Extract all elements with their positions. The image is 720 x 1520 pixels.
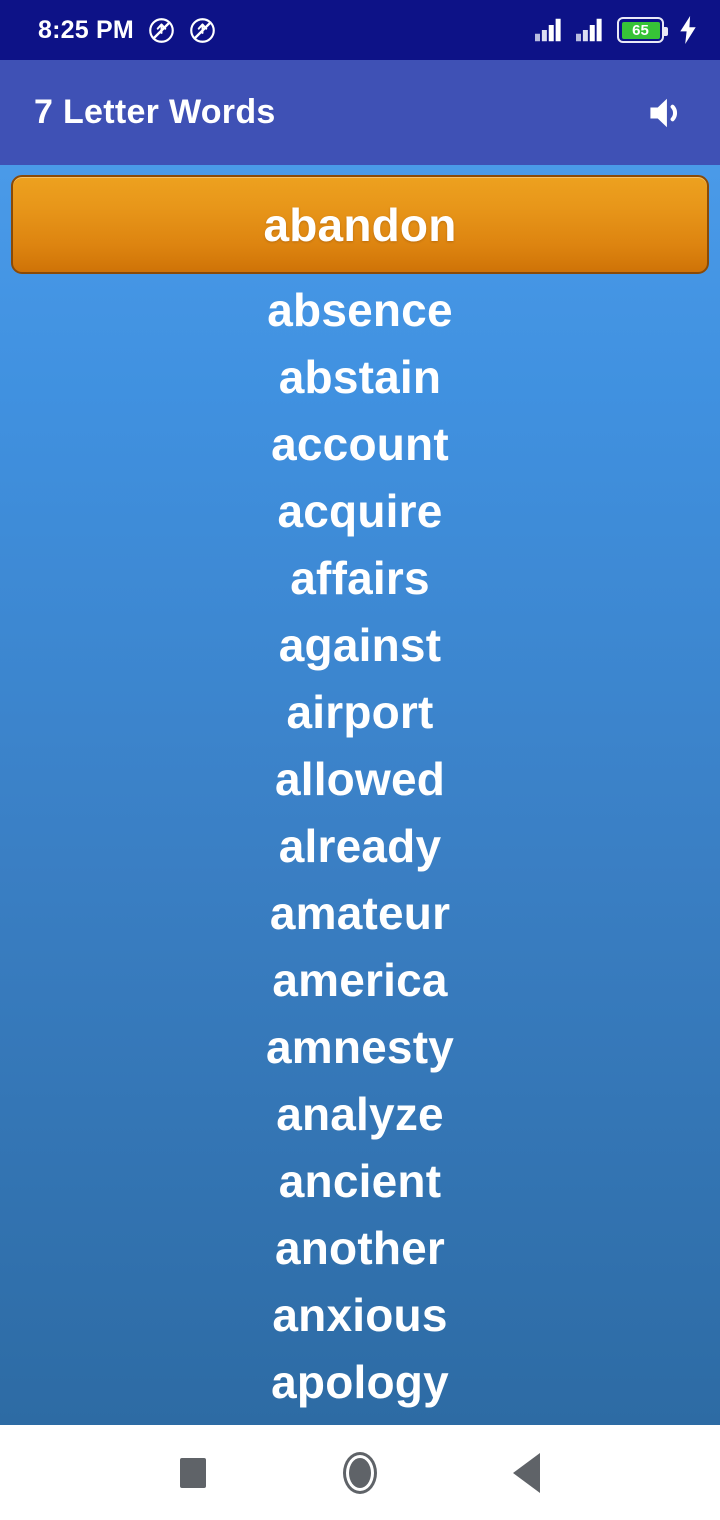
word-label: airport bbox=[286, 685, 434, 738]
circle-icon-inner bbox=[348, 1457, 371, 1488]
word-item[interactable]: apology bbox=[11, 1348, 709, 1415]
app-bar: 7 Letter Words bbox=[0, 60, 720, 165]
word-label: analyze bbox=[276, 1087, 444, 1140]
word-label: acquire bbox=[277, 484, 443, 537]
back-button[interactable] bbox=[492, 1438, 562, 1508]
word-item[interactable]: abstain bbox=[11, 343, 709, 410]
recents-button[interactable] bbox=[158, 1438, 228, 1508]
word-label: abstain bbox=[278, 350, 442, 403]
word-item[interactable]: allowed bbox=[11, 745, 709, 812]
word-item[interactable]: account bbox=[11, 410, 709, 477]
triangle-left-icon bbox=[513, 1452, 541, 1493]
word-item[interactable]: affairs bbox=[11, 544, 709, 611]
word-label: apology bbox=[271, 1355, 449, 1408]
status-bar-left: 8:25 PM bbox=[38, 16, 216, 45]
word-label: absence bbox=[267, 283, 453, 336]
android-nav-bar bbox=[0, 1425, 720, 1520]
volume-speaker-icon[interactable] bbox=[638, 85, 694, 141]
word-item[interactable]: anxious bbox=[11, 1281, 709, 1348]
word-label: affairs bbox=[290, 551, 430, 604]
word-label: account bbox=[271, 417, 449, 470]
silent-mode-icon bbox=[189, 17, 216, 44]
word-item[interactable]: against bbox=[11, 611, 709, 678]
word-label: already bbox=[278, 819, 442, 872]
word-item[interactable]: analyze bbox=[11, 1080, 709, 1147]
word-item-selected[interactable]: abandon bbox=[11, 175, 709, 274]
status-clock: 8:25 PM bbox=[38, 15, 134, 44]
word-item[interactable]: america bbox=[11, 946, 709, 1013]
word-label: ancient bbox=[278, 1154, 442, 1207]
word-label: amateur bbox=[269, 886, 451, 939]
word-label: amnesty bbox=[265, 1020, 455, 1073]
word-item[interactable]: airport bbox=[11, 678, 709, 745]
signal-bars-icon bbox=[576, 18, 606, 42]
signal-bars-icon bbox=[535, 18, 565, 42]
circle-icon bbox=[342, 1451, 377, 1494]
word-label: america bbox=[272, 953, 448, 1006]
word-label: allowed bbox=[274, 752, 446, 805]
silent-mode-icon bbox=[148, 17, 175, 44]
word-item[interactable]: ancient bbox=[11, 1147, 709, 1214]
charging-bolt-icon bbox=[675, 16, 698, 44]
phone-screen: 8:25 PM 65 7 Letter Words abandon absenc… bbox=[0, 0, 720, 1520]
home-button[interactable] bbox=[325, 1438, 395, 1508]
word-item[interactable]: already bbox=[11, 812, 709, 879]
word-label: another bbox=[274, 1221, 446, 1274]
word-list[interactable]: abandon absence abstain account acquire affai… bbox=[0, 165, 720, 1425]
status-bar-right: 65 bbox=[535, 16, 698, 44]
page-title: 7 Letter Words bbox=[34, 93, 276, 131]
word-label: anxious bbox=[272, 1288, 448, 1341]
word-item[interactable]: acquire bbox=[11, 477, 709, 544]
word-item[interactable]: amateur bbox=[11, 879, 709, 946]
battery-percent-label: 65 bbox=[621, 21, 660, 39]
word-label: abandon bbox=[263, 198, 457, 251]
word-item[interactable]: absence bbox=[11, 276, 709, 343]
square-icon bbox=[180, 1457, 207, 1488]
word-item[interactable]: another bbox=[11, 1214, 709, 1281]
status-bar: 8:25 PM 65 bbox=[0, 0, 720, 60]
battery-icon: 65 bbox=[617, 17, 668, 43]
word-item[interactable]: amnesty bbox=[11, 1013, 709, 1080]
word-label: against bbox=[278, 618, 442, 671]
